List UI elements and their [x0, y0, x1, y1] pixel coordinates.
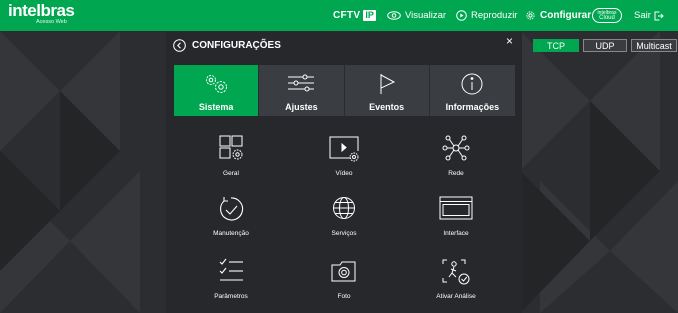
protocol-multicast-button[interactable]: Multicast — [631, 39, 677, 52]
flag-icon — [380, 74, 395, 94]
person-analysis-icon — [442, 259, 470, 285]
camera-icon — [331, 261, 356, 282]
reproduzir-nav[interactable]: Reproduzir — [456, 0, 517, 31]
geral-label: Geral — [223, 170, 239, 177]
panel-header: CONFIGURAÇÕES × — [166, 32, 522, 59]
brand-name: intelbras — [8, 1, 75, 20]
grid-gear-icon — [219, 135, 243, 160]
video-item[interactable]: Vídeo — [299, 134, 389, 184]
foto-label: Foto — [337, 293, 351, 300]
play-circle-icon — [456, 10, 467, 21]
tab-ajustes-label: Ajustes — [285, 102, 318, 112]
tab-eventos[interactable]: Eventos — [345, 65, 430, 116]
brand-subtitle: Acesso Web — [36, 19, 67, 25]
back-icon[interactable] — [173, 39, 186, 52]
tab-eventos-label: Eventos — [369, 102, 405, 112]
tab-informacoes-label: Informações — [445, 102, 500, 112]
interface-label: Interface — [443, 230, 469, 237]
eye-icon — [387, 11, 401, 20]
manutencao-item[interactable]: Manutenção — [186, 194, 276, 244]
visualizar-nav[interactable]: Visualizar — [387, 0, 446, 31]
rede-label: Rede — [448, 170, 464, 177]
cftv-label: CFTV — [333, 10, 361, 21]
settings-panel: CONFIGURAÇÕES × Sistema Ajustes Eventos … — [166, 32, 522, 313]
cloud-icon: intelbras Cloud — [592, 8, 622, 23]
ativar-analise-item[interactable]: Ativar Análise — [411, 257, 501, 307]
gear-icon — [526, 11, 535, 20]
geral-item[interactable]: Geral — [186, 134, 276, 184]
info-icon — [461, 73, 483, 95]
sair-label: Sair — [634, 10, 651, 21]
servicos-label: Serviços — [331, 230, 357, 237]
tab-sistema[interactable]: Sistema — [174, 65, 260, 116]
sliders-icon — [288, 74, 315, 92]
configurar-nav[interactable]: Configurar — [525, 0, 591, 31]
close-icon[interactable]: × — [506, 35, 513, 47]
brand-logo: intelbras Acesso Web — [8, 2, 88, 29]
foto-item[interactable]: Foto — [299, 257, 389, 307]
cftv-ip-link[interactable]: CFTV IP — [333, 0, 376, 31]
video-label: Vídeo — [335, 170, 353, 177]
cloud-label: Cloud — [599, 14, 615, 21]
visualizar-label: Visualizar — [405, 10, 447, 21]
servicos-item[interactable]: Serviços — [299, 194, 389, 244]
system-gears-icon — [206, 75, 228, 93]
configurar-label: Configurar — [540, 10, 592, 21]
sair-nav[interactable]: Sair — [634, 0, 668, 31]
page-title: CONFIGURAÇÕES — [192, 40, 281, 51]
globe-icon — [333, 197, 355, 219]
reproduzir-label: Reproduzir — [471, 10, 518, 21]
maintenance-icon — [220, 197, 244, 221]
tab-informacoes[interactable]: Informações — [430, 65, 515, 116]
interface-item[interactable]: Interface — [411, 194, 501, 244]
tab-sistema-label: Sistema — [198, 102, 234, 112]
parametros-label: Parâmetros — [214, 293, 248, 300]
manutencao-label: Manutenção — [213, 230, 249, 237]
tab-ajustes[interactable]: Ajustes — [259, 65, 345, 116]
ativar-analise-label: Ativar Análise — [436, 293, 476, 300]
cloud-nav[interactable]: intelbras Cloud — [592, 0, 622, 31]
interface-window-icon — [439, 196, 473, 220]
top-bar: intelbras Acesso Web CFTV IP Visualizar … — [0, 0, 678, 31]
protocol-tcp-button[interactable]: TCP — [533, 39, 579, 52]
video-settings-icon — [329, 136, 359, 162]
ip-badge: IP — [363, 10, 376, 21]
protocol-udp-button[interactable]: UDP — [583, 39, 627, 52]
settings-tabs: Sistema Ajustes Eventos Informações — [174, 65, 515, 116]
parametros-item[interactable]: Parâmetros — [186, 257, 276, 307]
exit-icon — [654, 11, 664, 20]
rede-item[interactable]: Rede — [411, 134, 501, 184]
network-icon — [442, 135, 470, 161]
checklist-icon — [219, 258, 243, 281]
